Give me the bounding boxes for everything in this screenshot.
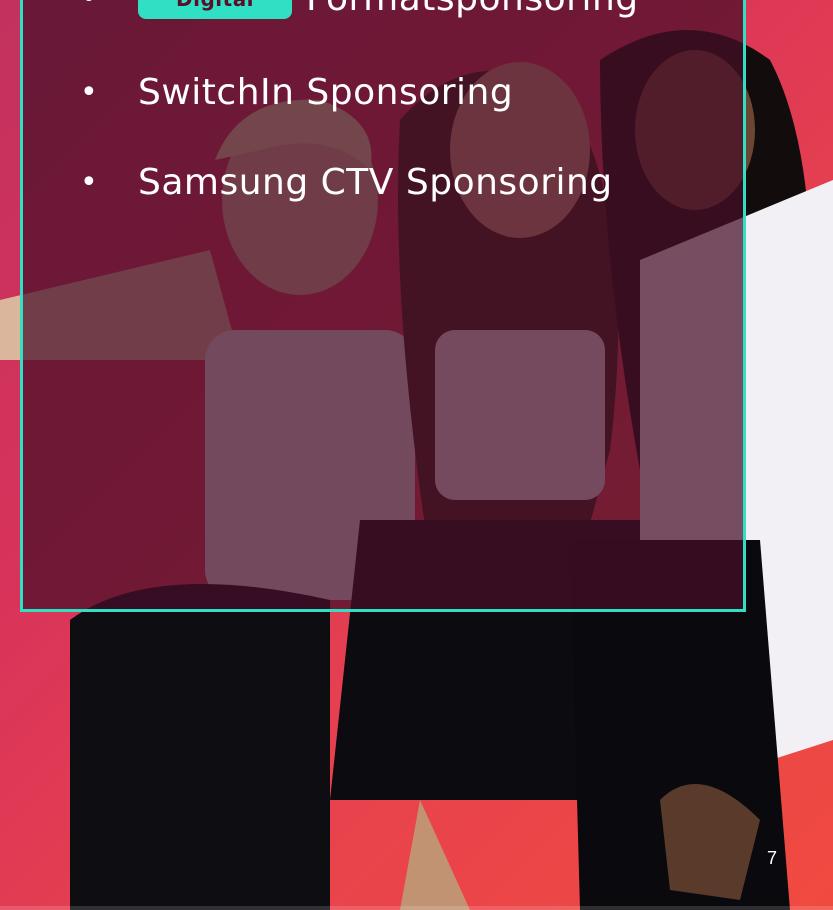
bullet-marker: •: [80, 0, 138, 16]
bullet-list: • Digital Formatsponsoring • SwitchIn Sp…: [0, 0, 833, 910]
bullet-text: Samsung CTV Sponsoring: [138, 162, 613, 203]
bullet-item-samsung-ctv: • Samsung CTV Sponsoring: [80, 162, 613, 203]
page-number: 7: [766, 848, 777, 868]
digital-badge: Digital: [138, 0, 293, 19]
bullet-text: SwitchIn Sponsoring: [138, 72, 514, 113]
bullet-item-switchin: • SwitchIn Sponsoring: [80, 72, 513, 113]
bullet-marker: •: [80, 75, 99, 110]
bullet-item-formatsponsoring: • Digital Formatsponsoring: [80, 0, 639, 19]
bullet-marker: •: [80, 165, 99, 200]
bullet-text: Formatsponsoring: [306, 0, 639, 19]
footer-divider: [0, 906, 833, 910]
